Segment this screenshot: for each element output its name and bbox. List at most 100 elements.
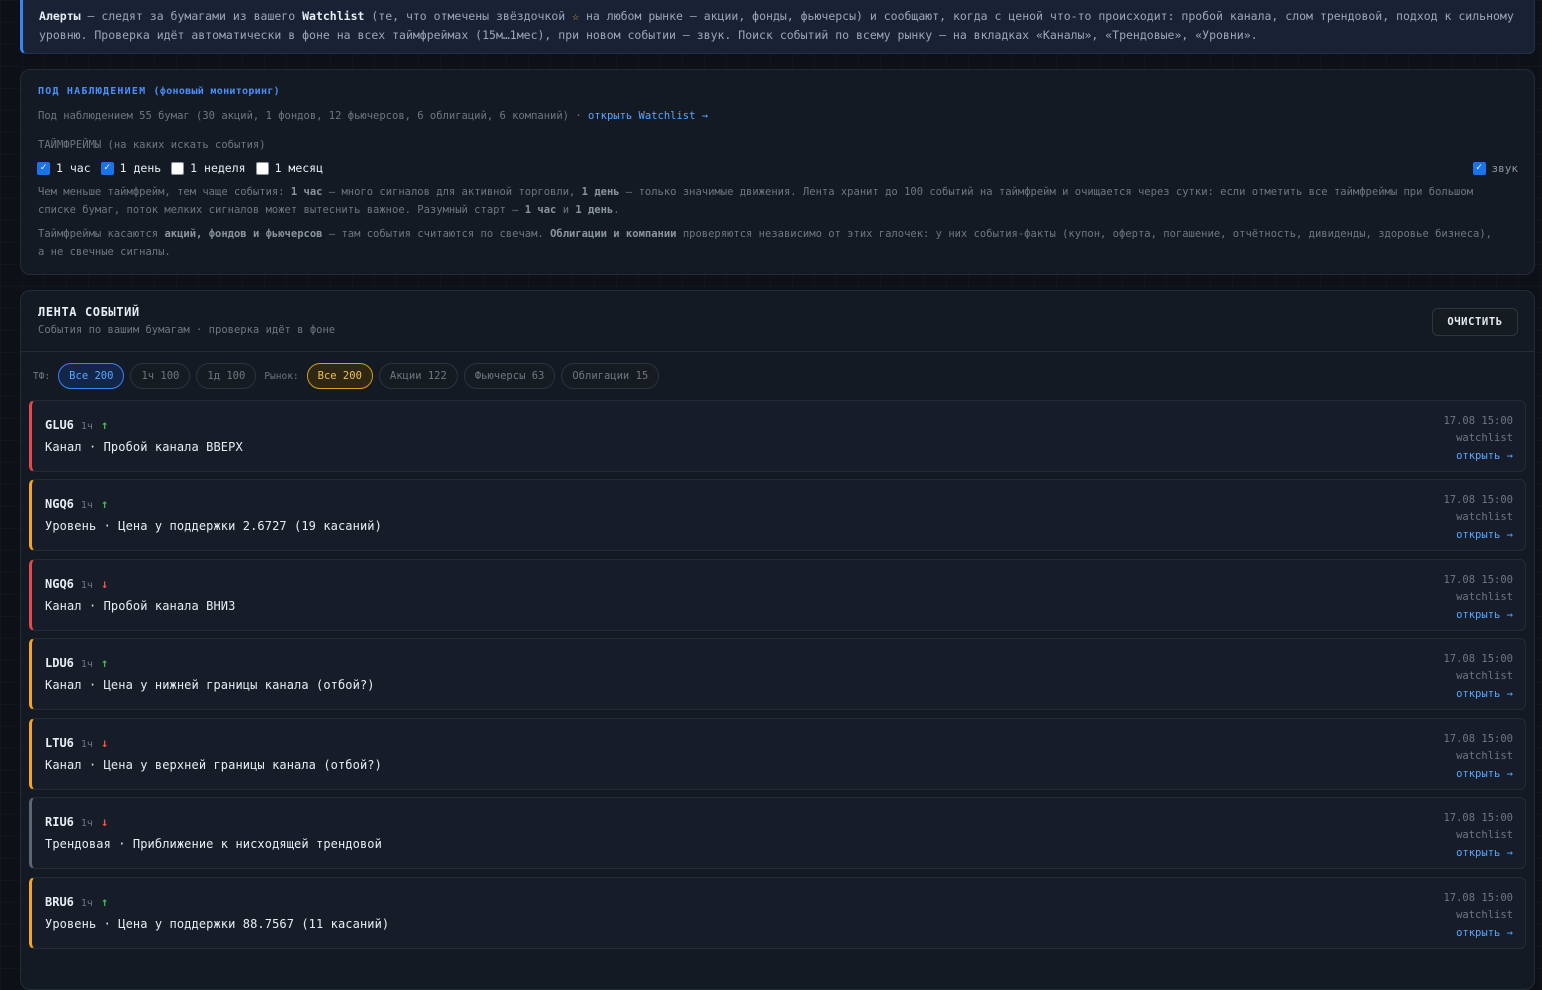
event-meta: 17.08 15:00 watchlist открыть → [1443, 492, 1513, 544]
timeframes-row: ✓ 1 час ✓ 1 день 1 неделя 1 месяц ✓ звук [37, 160, 1518, 176]
event-time: 17.08 15:00 [1443, 892, 1513, 904]
event-time: 17.08 15:00 [1443, 415, 1513, 427]
event-timeframe: 1ч [80, 421, 93, 432]
event-header: NGQ6 1ч ↑ [45, 497, 108, 511]
checkbox-empty-icon[interactable] [255, 161, 269, 175]
checkbox-checked-icon[interactable]: ✓ [37, 161, 50, 175]
event-description: Канал · Пробой канала ВНИЗ [45, 599, 236, 613]
market-filter-stocks[interactable]: Акции 122 [378, 363, 458, 389]
monitoring-title: ПОД НАБЛЮДЕНИЕМ (фоновый мониторинг) [38, 86, 280, 97]
sound-checkbox[interactable]: ✓ звук [1472, 161, 1518, 175]
event-meta: 17.08 15:00 watchlist открыть → [1443, 651, 1513, 703]
event-source: watchlist [1456, 829, 1513, 841]
event-card[interactable]: BRU6 1ч ↑ Уровень · Цена у поддержки 88.756… [29, 877, 1526, 949]
event-description: Канал · Пробой канала ВВЕРХ [45, 440, 243, 454]
event-meta: 17.08 15:00 watchlist открыть → [1443, 890, 1513, 942]
event-ticker[interactable]: BRU6 [45, 895, 74, 909]
event-open-link[interactable]: открыть → [1443, 766, 1513, 783]
event-ticker[interactable]: GLU6 [45, 418, 74, 432]
arrow-up-icon: ↑ [100, 895, 109, 909]
event-card[interactable]: LTU6 1ч ↓ Канал · Цена у верхней границы ка… [29, 718, 1526, 790]
event-source: watchlist [1456, 432, 1513, 444]
event-time: 17.08 15:00 [1443, 494, 1513, 506]
timeframe-checkbox-1h[interactable]: ✓ 1 час [37, 161, 91, 175]
checkbox-checked-icon[interactable]: ✓ [1472, 161, 1486, 175]
event-ticker[interactable]: RIU6 [45, 815, 74, 829]
event-timeframe: 1ч [80, 580, 93, 591]
arrow-up-icon: ↑ [100, 418, 109, 432]
arrow-down-icon: ↓ [100, 577, 109, 591]
event-header: LDU6 1ч ↑ [45, 656, 108, 670]
event-description: Канал · Цена у нижней границы канала (от… [45, 678, 375, 692]
event-source: watchlist [1456, 511, 1513, 523]
event-card[interactable]: GLU6 1ч ↑ Канал · Пробой канала ВВЕРХ 17.08 … [29, 400, 1526, 472]
event-header: LTU6 1ч ↓ [45, 736, 108, 750]
event-card[interactable]: NGQ6 1ч ↑ Уровень · Цена у поддержки 2.6727… [29, 479, 1526, 551]
event-open-link[interactable]: открыть → [1443, 925, 1513, 942]
event-time: 17.08 15:00 [1443, 812, 1513, 824]
info-watchlist-word: Watchlist [302, 9, 365, 23]
divider [21, 351, 1534, 352]
timeframe-note: Чем меньше таймфрейм, тем чаще события: … [38, 186, 1474, 216]
market-filter-futures[interactable]: Фьючерсы 63 [463, 363, 556, 389]
event-open-link[interactable]: открыть → [1443, 686, 1513, 703]
event-ticker[interactable]: LDU6 [45, 656, 74, 670]
event-timeframe: 1ч [80, 818, 93, 829]
event-card[interactable]: LDU6 1ч ↑ Канал · Цена у нижней границы кан… [29, 638, 1526, 710]
event-meta: 17.08 15:00 watchlist открыть → [1443, 572, 1513, 624]
event-header: GLU6 1ч ↑ [45, 418, 108, 432]
event-card[interactable]: RIU6 1ч ↓ Трендовая · Приближение к нисходя… [29, 797, 1526, 869]
arrow-up-icon: ↑ [100, 497, 109, 511]
event-source: watchlist [1456, 670, 1513, 682]
monitoring-panel: ПОД НАБЛЮДЕНИЕМ (фоновый мониторинг) Под… [20, 69, 1535, 275]
monitoring-count: Под наблюдением 55 бумаг (30 акций, 1 фо… [38, 110, 709, 122]
event-source: watchlist [1456, 909, 1513, 921]
events-feed: ЛЕНТА СОБЫТИЙ События по вашим бумагам ·… [20, 290, 1535, 990]
feed-title: ЛЕНТА СОБЫТИЙ [38, 305, 140, 319]
timeframe-checkbox-1m[interactable]: 1 месяц [255, 161, 323, 175]
event-open-link[interactable]: открыть → [1443, 527, 1513, 544]
event-header: RIU6 1ч ↓ [45, 815, 108, 829]
timeframes-title: ТАЙМФРЕЙМЫ (на каких искать события) [38, 139, 266, 151]
event-ticker[interactable]: LTU6 [45, 736, 74, 750]
event-open-link[interactable]: открыть → [1443, 607, 1513, 624]
event-meta: 17.08 15:00 watchlist открыть → [1443, 810, 1513, 862]
checkbox-empty-icon[interactable] [171, 161, 185, 175]
event-time: 17.08 15:00 [1443, 653, 1513, 665]
timeframe-checkbox-1d[interactable]: ✓ 1 день [100, 161, 161, 175]
event-description: Трендовая · Приближение к нисходящей тре… [45, 837, 382, 851]
tf-filter-1h[interactable]: 1ч 100 [130, 363, 191, 389]
tf-filter-label: ТФ: [33, 370, 51, 382]
arrow-down-icon: ↓ [100, 736, 109, 750]
market-filter-bonds[interactable]: Облигации 15 [561, 363, 660, 389]
filter-bar: ТФ: Все 200 1ч 100 1д 100 Рынок: Все 200… [33, 363, 665, 389]
timeframe-checkbox-1w[interactable]: 1 неделя [171, 161, 246, 175]
event-open-link[interactable]: открыть → [1443, 845, 1513, 862]
event-description: Уровень · Цена у поддержки 2.6727 (19 ка… [45, 519, 382, 533]
event-card[interactable]: NGQ6 1ч ↓ Канал · Пробой канала ВНИЗ 17.08 1… [29, 559, 1526, 631]
market-filter-all[interactable]: Все 200 [306, 363, 373, 389]
info-title: Алерты [39, 9, 81, 23]
event-time: 17.08 15:00 [1443, 733, 1513, 745]
tf-filter-all[interactable]: Все 200 [58, 363, 125, 389]
asset-types-note: Таймфреймы касаются акций, фондов и фьюч… [38, 228, 1492, 258]
feed-subtitle: События по вашим бумагам · проверка идёт… [38, 324, 336, 336]
event-timeframe: 1ч [80, 739, 93, 750]
event-source: watchlist [1456, 750, 1513, 762]
event-time: 17.08 15:00 [1443, 574, 1513, 586]
info-banner: Алерты — следят за бумагами из вашего Wa… [20, 0, 1535, 54]
event-ticker[interactable]: NGQ6 [45, 497, 74, 511]
event-meta: 17.08 15:00 watchlist открыть → [1443, 731, 1513, 783]
arrow-down-icon: ↓ [100, 815, 109, 829]
market-filter-label: Рынок: [264, 370, 299, 382]
event-description: Уровень · Цена у поддержки 88.7567 (11 к… [45, 917, 390, 931]
event-ticker[interactable]: NGQ6 [45, 577, 74, 591]
clear-button[interactable]: ОЧИСТИТЬ [1432, 308, 1518, 336]
event-timeframe: 1ч [80, 659, 93, 670]
event-header: NGQ6 1ч ↓ [45, 577, 108, 591]
checkbox-checked-icon[interactable]: ✓ [100, 161, 114, 175]
arrow-up-icon: ↑ [100, 656, 109, 670]
tf-filter-1d[interactable]: 1д 100 [196, 363, 257, 389]
open-watchlist-link[interactable]: открыть Watchlist → [588, 110, 708, 122]
event-open-link[interactable]: открыть → [1443, 448, 1513, 465]
